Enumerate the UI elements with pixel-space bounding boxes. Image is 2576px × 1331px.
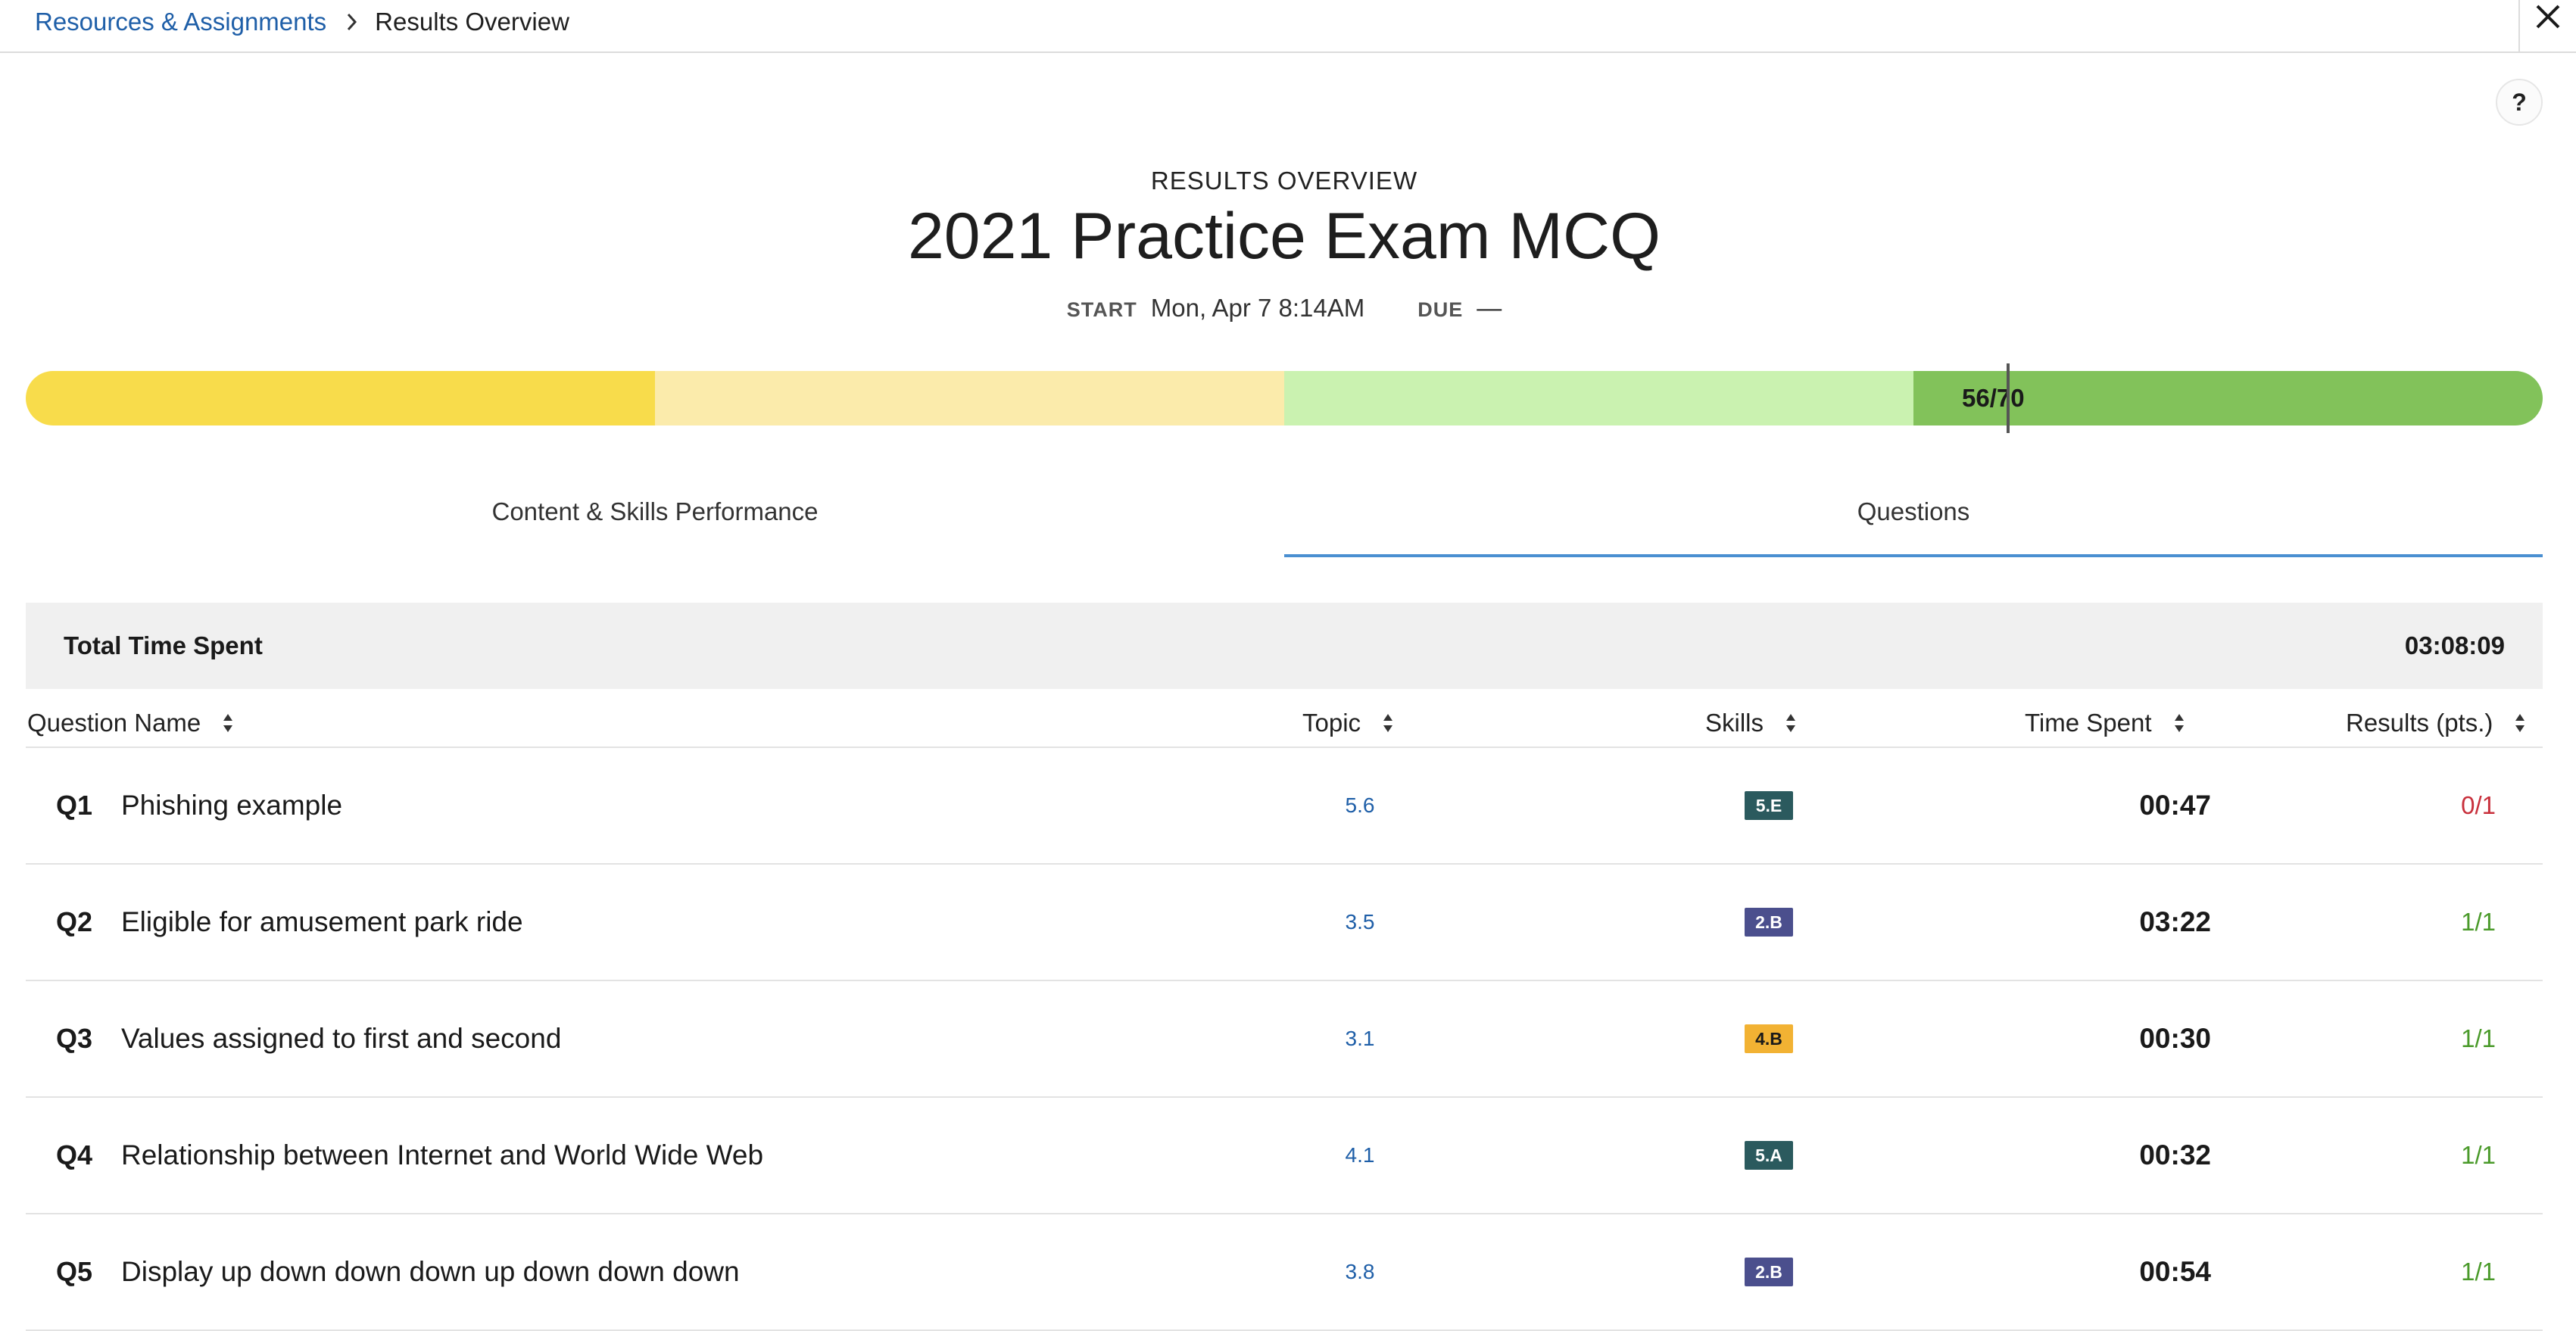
skill-badge[interactable]: 4.B [1745,1024,1793,1053]
breadcrumb-resources-link[interactable]: Resources & Assignments [35,8,326,36]
top-bar: Resources & Assignments Results Overview [0,0,2576,53]
topic-link[interactable]: 5.6 [1305,748,1414,863]
question-number: Q2 [56,906,93,937]
breadcrumb-current: Results Overview [375,8,569,36]
column-label-topic: Topic [1302,709,1361,737]
questions-table: Question Name Topic Skills Time Spent Re… [26,698,2543,1331]
start-label: START [1066,298,1137,321]
sort-question-name-header[interactable]: Question Name [27,698,234,748]
close-icon [2534,3,2562,34]
topic-link[interactable]: 3.1 [1305,981,1414,1096]
question-number: Q1 [56,790,93,821]
sort-skills-header[interactable]: Skills [1705,698,1797,748]
score-band-1 [26,371,655,425]
question-number: Q3 [56,1023,93,1054]
assignment-dates: START Mon, Apr 7 8:14AM DUE — [0,294,2568,323]
topic-link[interactable]: 3.5 [1305,865,1414,980]
table-row[interactable]: Q3 Values assigned to first and second 3… [26,981,2543,1098]
total-time-label: Total Time Spent [64,631,263,659]
total-time-value: 03:08:09 [2404,631,2505,659]
score-band-3 [1284,371,1913,425]
total-time-row: Total Time Spent 03:08:09 [26,603,2543,689]
breadcrumb: Resources & Assignments Results Overview [35,0,569,44]
sort-icon [1785,712,1797,734]
table-row[interactable]: Q4 Relationship between Internet and Wor… [26,1098,2543,1214]
column-label-results: Results (pts.) [2346,709,2493,737]
tab-questions[interactable]: Questions [1284,469,2543,557]
due-value: — [1477,294,1502,322]
topic-link[interactable]: 4.1 [1305,1098,1414,1213]
sort-topic-header[interactable]: Topic [1302,698,1394,748]
chevron-right-icon [346,12,358,32]
table-row[interactable]: Q1 Phishing example 5.6 5.E 00:47 0/1 [26,748,2543,865]
result-score: 1/1 [2461,1258,2496,1286]
table-row[interactable]: Q5 Display up down down down up down dow… [26,1214,2543,1331]
sort-results-header[interactable]: Results (pts.) [2346,698,2526,748]
result-score: 0/1 [2461,791,2496,819]
time-spent: 00:47 [2139,790,2211,821]
page-title: 2021 Practice Exam MCQ [907,200,1661,273]
question-name[interactable]: Phishing example [121,748,342,863]
question-name[interactable]: Values assigned to first and second [121,981,561,1096]
page-overline: RESULTS OVERVIEW [1150,167,1418,195]
question-name[interactable]: Display up down down down up down down d… [121,1214,740,1329]
question-number: Q4 [56,1139,93,1170]
skill-badge[interactable]: 5.E [1745,791,1793,820]
sort-time-spent-header[interactable]: Time Spent [2025,698,2185,748]
column-label-time: Time Spent [2025,709,2152,737]
skill-badge[interactable]: 5.A [1745,1141,1793,1170]
time-spent: 03:22 [2139,906,2211,937]
topic-link[interactable]: 3.8 [1305,1214,1414,1329]
start-value: Mon, Apr 7 8:14AM [1150,294,1365,322]
score-band-2 [655,371,1284,425]
sort-icon [2514,712,2526,734]
score-marker [2007,363,2010,433]
result-score: 1/1 [2461,1141,2496,1169]
sort-icon [1382,712,1394,734]
column-label-skills: Skills [1705,709,1764,737]
question-name[interactable]: Relationship between Internet and World … [121,1098,763,1213]
time-spent: 00:30 [2139,1023,2211,1054]
result-score: 1/1 [2461,908,2496,936]
time-spent: 00:54 [2139,1256,2211,1287]
help-button[interactable]: ? [2496,79,2543,126]
score-value: 56/70 [1962,384,2025,412]
skill-badge[interactable]: 2.B [1745,1258,1793,1286]
question-number: Q5 [56,1256,93,1287]
skill-badge[interactable]: 2.B [1745,908,1793,937]
score-bar: 56/70 [26,371,2543,425]
column-label-question: Question Name [27,709,201,737]
tab-content-skills-performance[interactable]: Content & Skills Performance [26,469,1284,557]
close-button[interactable] [2518,0,2576,53]
sort-icon [222,712,234,734]
question-name[interactable]: Eligible for amusement park ride [121,865,523,980]
table-header: Question Name Topic Skills Time Spent Re… [26,698,2543,748]
result-score: 1/1 [2461,1024,2496,1052]
help-icon: ? [2512,88,2527,116]
due-label: DUE [1417,298,1464,321]
time-spent: 00:32 [2139,1139,2211,1170]
tab-bar: Content & Skills Performance Questions [26,469,2543,557]
table-row[interactable]: Q2 Eligible for amusement park ride 3.5 … [26,865,2543,981]
sort-icon [2173,712,2185,734]
